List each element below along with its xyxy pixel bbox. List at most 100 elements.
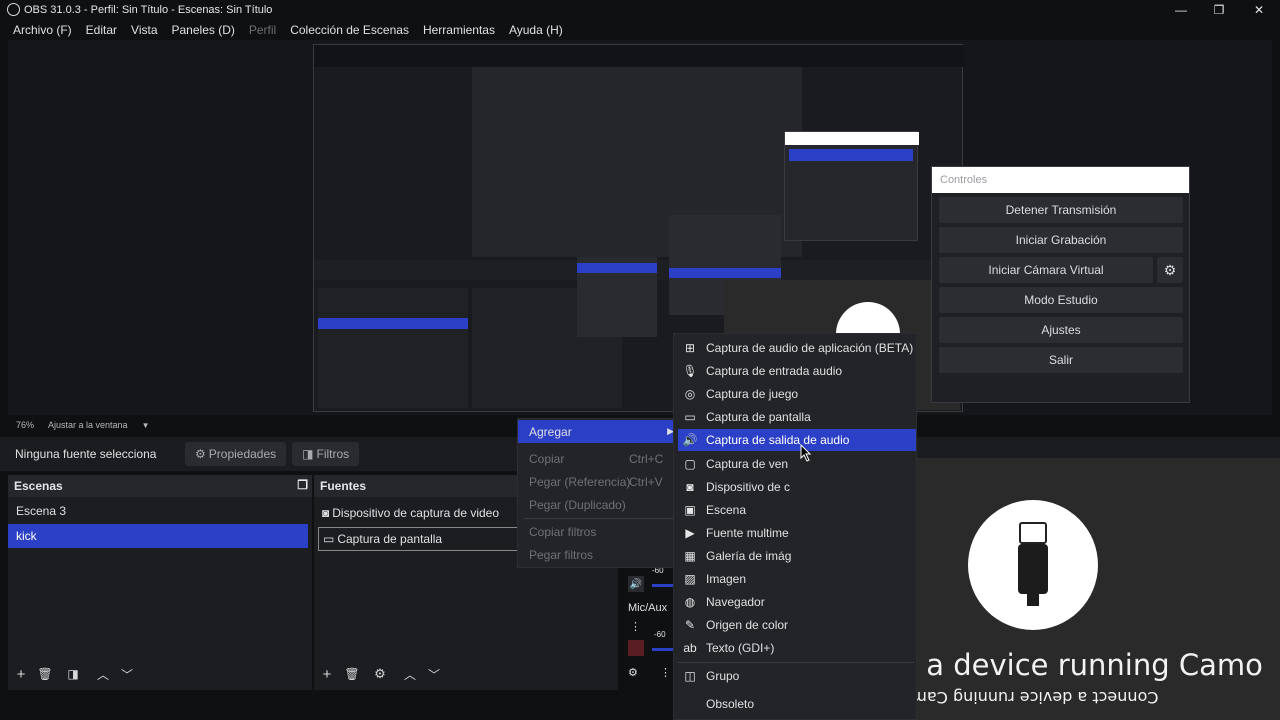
audio-mixer: -60 🔊 Mic/Aux ⋮ -60 ⚙ ⋮ bbox=[620, 560, 680, 690]
media-icon: ▶ bbox=[685, 526, 695, 540]
menu-ayuda[interactable]: Ayuda (H) bbox=[509, 23, 563, 37]
mixer-settings-icon[interactable]: ⚙ bbox=[628, 666, 646, 684]
controls-title: Controles bbox=[940, 174, 988, 186]
add-menu-item[interactable]: ▣ Escena bbox=[678, 499, 916, 521]
source-down-icon[interactable]: ﹀ bbox=[425, 665, 443, 683]
add-menu-label: Origen de color bbox=[706, 618, 789, 632]
add-menu-item[interactable]: ab Texto (GDI+) bbox=[678, 637, 916, 659]
menu-paste-ref[interactable]: Pegar (Referencia) Ctrl+V bbox=[518, 470, 678, 493]
add-menu-label: Texto (GDI+) bbox=[706, 641, 775, 655]
mute-icon[interactable]: 🔊 bbox=[628, 576, 644, 592]
add-menu-label: Captura de juego bbox=[706, 387, 799, 401]
menu-perfil[interactable]: Perfil bbox=[249, 23, 276, 37]
nested-scenes bbox=[318, 288, 468, 408]
settings-label: Ajustes bbox=[1041, 323, 1081, 337]
scenes-header: Escenas ❐ bbox=[8, 475, 312, 497]
exit-label: Salir bbox=[1048, 353, 1073, 367]
stop-streaming-label: Detener Transmisión bbox=[1005, 203, 1117, 217]
start-recording-label: Iniciar Grabación bbox=[1015, 233, 1107, 247]
menu-paste-dup[interactable]: Pegar (Duplicado) bbox=[518, 493, 678, 516]
title-bar: OBS 31.0.3 - Perfil: Sin Título - Escena… bbox=[0, 0, 1280, 20]
source-item[interactable]: ▭ Captura de pantalla bbox=[318, 527, 518, 551]
source-up-icon[interactable]: ︿ bbox=[401, 665, 419, 683]
menu-vista[interactable]: Vista bbox=[131, 23, 157, 37]
studio-mode-button[interactable]: Modo Estudio bbox=[939, 287, 1183, 313]
mixer-menu-icon[interactable]: ⋮ bbox=[630, 620, 642, 636]
virtual-camera-button[interactable]: Iniciar Cámara Virtual bbox=[939, 257, 1153, 283]
menu-archivo[interactable]: Archivo (F) bbox=[13, 23, 72, 37]
move-down-icon[interactable]: ﹀ bbox=[118, 665, 136, 683]
nested-context-menu bbox=[577, 257, 657, 337]
add-menu-item[interactable]: ✎ Origen de color bbox=[678, 614, 916, 636]
scene-label: Escena 3 bbox=[16, 504, 67, 518]
scene-filters-icon[interactable]: ◨ bbox=[64, 665, 82, 683]
close-icon[interactable]: ✕ bbox=[1242, 0, 1276, 20]
properties-button[interactable]: ⚙ Propiedades bbox=[185, 442, 287, 466]
add-source-icon[interactable]: + bbox=[318, 665, 336, 683]
mixer-db-bottom: -60 bbox=[654, 630, 666, 639]
menu-paneles[interactable]: Paneles (D) bbox=[172, 23, 235, 37]
add-menu-label: Escena bbox=[706, 503, 747, 517]
menu-herramientas[interactable]: Herramientas bbox=[423, 23, 495, 37]
source-properties-icon[interactable]: ⚙ bbox=[371, 665, 389, 683]
scene-item-selected[interactable]: kick bbox=[8, 524, 308, 548]
controls-header: Controles bbox=[932, 167, 1189, 193]
add-menu-label: Captura de ven bbox=[706, 457, 789, 471]
add-menu-item[interactable]: ▦ Galería de imág bbox=[678, 545, 916, 567]
camo-cable-icon bbox=[1027, 594, 1039, 606]
nested-controls bbox=[784, 131, 919, 241]
gamepad-icon: ◎ bbox=[684, 387, 696, 401]
mixer-more-icon[interactable]: ⋮ bbox=[660, 666, 672, 684]
add-menu-item[interactable]: ▢ Captura de ven bbox=[678, 453, 916, 475]
mic-mute-icon[interactable] bbox=[628, 640, 644, 656]
add-menu-label: Grupo bbox=[706, 669, 740, 683]
add-menu-item[interactable]: ▶ Fuente multime bbox=[678, 522, 916, 544]
menu-paste-filters[interactable]: Pegar filtros bbox=[518, 543, 678, 566]
scene-item[interactable]: Escena 3 bbox=[8, 499, 312, 523]
add-menu-item[interactable]: ◫ Grupo bbox=[678, 665, 916, 687]
zoom-dropdown-icon[interactable]: ▼ bbox=[142, 421, 150, 430]
add-menu-item[interactable]: ⊞ Captura de audio de aplicación (BETA) bbox=[678, 337, 916, 359]
add-scene-icon[interactable]: + bbox=[12, 665, 30, 683]
nested-add-selected bbox=[669, 268, 781, 278]
add-menu-item[interactable]: 🎙 Captura de entrada audio bbox=[678, 360, 916, 382]
delete-source-icon[interactable]: 🗑 bbox=[343, 665, 361, 683]
add-menu-item[interactable]: ◙ Dispositivo de c bbox=[678, 476, 916, 498]
menu-paste-dup-label: Pegar (Duplicado) bbox=[529, 497, 626, 512]
menu-copy[interactable]: Copiar Ctrl+C bbox=[518, 447, 678, 470]
settings-button[interactable]: Ajustes bbox=[939, 317, 1183, 343]
delete-scene-icon[interactable]: 🗑 bbox=[36, 665, 54, 683]
no-source-status: Ninguna fuente selecciona bbox=[15, 447, 157, 461]
menu-coleccion-escenas[interactable]: Colección de Escenas bbox=[290, 23, 409, 37]
add-menu-item[interactable]: ▨ Imagen bbox=[678, 568, 916, 590]
sources-context-menu: Agregar ▶ Copiar Ctrl+C Pegar (Referenci… bbox=[517, 418, 679, 568]
add-menu-item[interactable]: ◍ Navegador bbox=[678, 591, 916, 613]
move-up-icon[interactable]: ︿ bbox=[94, 665, 112, 683]
add-menu-item-selected[interactable]: 🔊 Captura de salida de audio bbox=[678, 429, 916, 451]
virtual-camera-settings-icon[interactable]: ⚙ bbox=[1157, 257, 1183, 283]
menu-bar: Archivo (F) Editar Vista Paneles (D) Per… bbox=[0, 20, 1280, 40]
camo-plug-icon bbox=[1018, 544, 1048, 594]
menu-add[interactable]: Agregar ▶ bbox=[518, 420, 678, 443]
monitor-icon: ▭ bbox=[684, 410, 696, 424]
menu-editar[interactable]: Editar bbox=[86, 23, 117, 37]
add-menu-item[interactable]: ▭ Captura de pantalla bbox=[678, 406, 916, 428]
menu-copy-filters[interactable]: Copiar filtros bbox=[518, 520, 678, 543]
add-menu-divider bbox=[678, 662, 914, 663]
stop-streaming-button[interactable]: Detener Transmisión bbox=[939, 197, 1183, 223]
paste-shortcut: Ctrl+V bbox=[629, 474, 663, 489]
globe-icon: ◍ bbox=[684, 595, 696, 609]
restore-icon[interactable]: ❐ bbox=[1202, 0, 1236, 20]
start-recording-button[interactable]: Iniciar Grabación bbox=[939, 227, 1183, 253]
undock-icon[interactable]: ❐ bbox=[297, 478, 308, 492]
zoom-fit-label[interactable]: Ajustar a la ventana bbox=[48, 420, 128, 430]
minimize-icon[interactable]: — bbox=[1164, 0, 1198, 20]
filters-button[interactable]: ◨ Filtros bbox=[292, 442, 360, 466]
add-menu-item[interactable]: ◎ Captura de juego bbox=[678, 383, 916, 405]
scenes-dock: Escenas ❐ Escena 3 kick + 🗑 ◨ ︿ ﹀ bbox=[8, 475, 312, 690]
window-icon: ▢ bbox=[684, 457, 696, 471]
add-menu-label: Captura de pantalla bbox=[706, 410, 811, 424]
image-icon: ▨ bbox=[684, 572, 696, 586]
add-menu-item[interactable]: Obsoleto bbox=[678, 693, 916, 715]
exit-button[interactable]: Salir bbox=[939, 347, 1183, 373]
